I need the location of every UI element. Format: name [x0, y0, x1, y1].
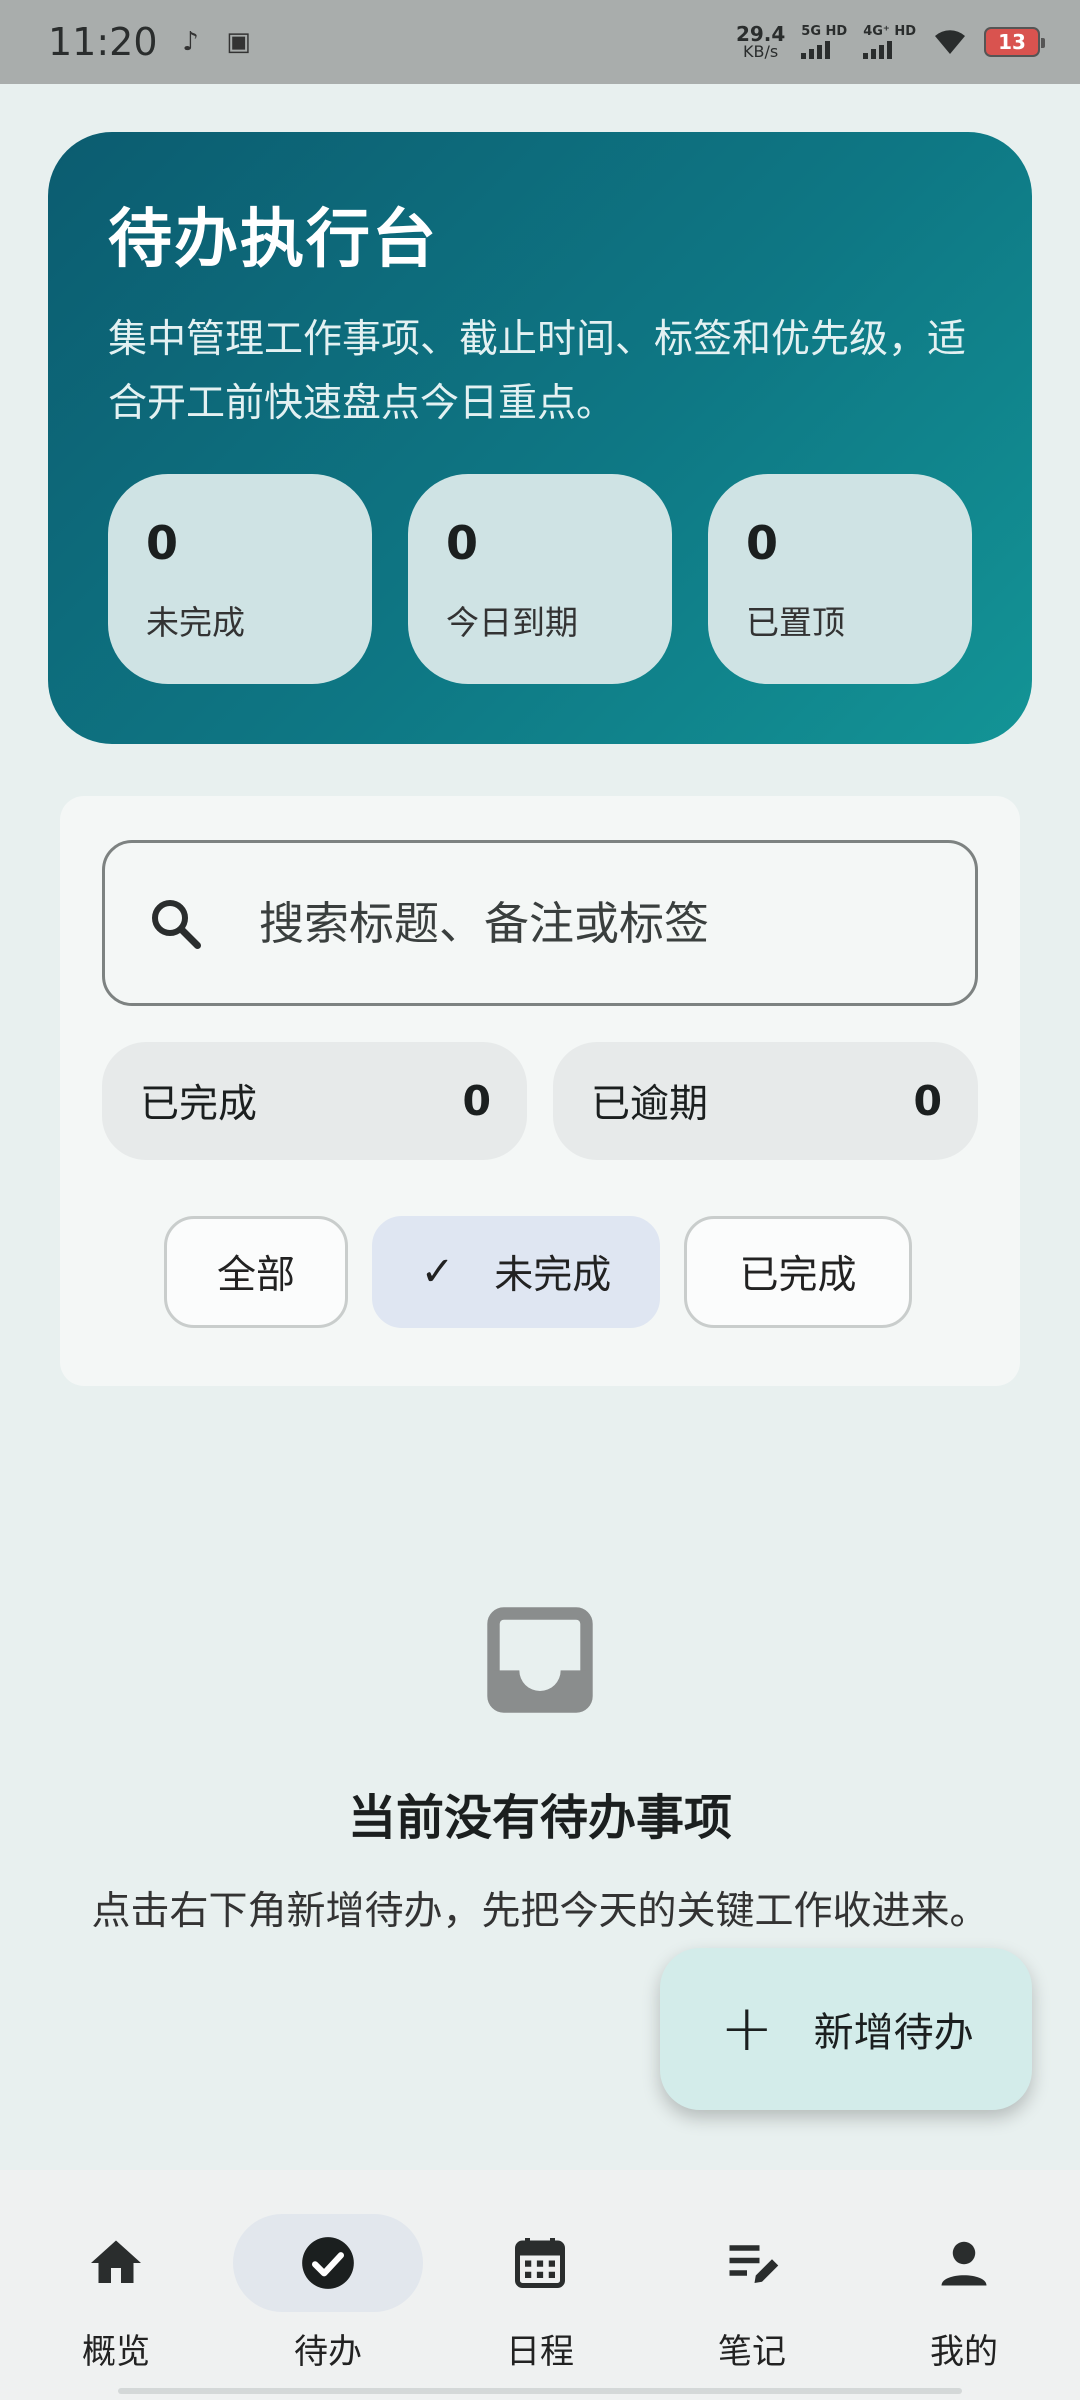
plus-icon: + [720, 1992, 774, 2066]
filter-label: 未完成 [494, 1253, 612, 1298]
chip-value: 0 [913, 1077, 942, 1125]
stat-label: 已置顶 [746, 603, 845, 642]
nav-item-profile[interactable]: 我的 [864, 2170, 1064, 2400]
stat-card-due-today: 0 今日到期 [408, 474, 672, 684]
empty-state-description: 点击右下角新增待办，先把今天的关键工作收进来。 [91, 1889, 989, 1934]
stat-label: 今日到期 [446, 603, 578, 642]
nav-label: 日程 [506, 2332, 574, 2372]
signal-5g-icon: 5G HD [801, 25, 847, 59]
filter-incomplete-button[interactable]: ✓ 未完成 [372, 1216, 660, 1328]
chip-value: 0 [462, 1077, 491, 1125]
stat-label: 未完成 [146, 603, 245, 642]
search-input[interactable] [259, 896, 919, 950]
page-title: 待办执行台 [108, 203, 438, 277]
sim-notification-icon: ▣ [226, 27, 251, 57]
stat-value: 0 [746, 516, 779, 570]
search-box[interactable] [102, 840, 978, 1006]
nav-item-todo[interactable]: 待办 [228, 2170, 428, 2400]
stat-value: 0 [446, 516, 479, 570]
nav-label: 笔记 [718, 2332, 786, 2372]
battery-icon: 13 [984, 27, 1045, 57]
note-edit-icon [729, 2245, 779, 2283]
empty-state-title: 当前没有待办事项 [347, 1790, 732, 1846]
stat-card-incomplete: 0 未完成 [108, 474, 372, 684]
check-icon: ✓ [420, 1249, 455, 1295]
network-speed: 29.4 KB/s [735, 22, 786, 61]
wifi-icon [935, 30, 965, 54]
chip-label: 已逾期 [591, 1082, 709, 1127]
nav-item-schedule[interactable]: 日程 [440, 2170, 640, 2400]
hero-description: 集中管理工作事项、截止时间、标签和优先级，适合开工前快速盘点今日重点。 [108, 317, 967, 426]
home-icon [91, 2240, 141, 2283]
stat-card-pinned: 0 已置顶 [708, 474, 972, 684]
check-circle-icon [302, 2237, 354, 2289]
status-bar: 11:20 ♪ ▣ 29.4 KB/s 5G HD 4G⁺ HD 13 [0, 0, 1080, 84]
filter-label: 已完成 [739, 1253, 857, 1298]
tiktok-notification-icon: ♪ [182, 27, 199, 57]
nav-item-overview[interactable]: 概览 [16, 2170, 216, 2400]
overdue-counter-chip[interactable]: 已逾期 0 [553, 1042, 978, 1160]
completed-counter-chip[interactable]: 已完成 0 [102, 1042, 527, 1160]
nav-label: 待办 [294, 2332, 362, 2372]
stats-row: 0 未完成 0 今日到期 0 已置顶 [108, 474, 972, 684]
stat-value: 0 [146, 516, 179, 570]
signal-4g-icon: 4G⁺ HD [863, 25, 916, 59]
search-icon [152, 900, 201, 949]
status-time: 11:20 [48, 20, 158, 64]
gesture-bar [118, 2388, 962, 2394]
nav-label: 概览 [82, 2332, 150, 2372]
add-todo-label: 新增待办 [813, 2010, 974, 2056]
hero-card: 待办执行台 集中管理工作事项、截止时间、标签和优先级，适合开工前快速盘点今日重点… [48, 132, 1032, 744]
inbox-icon [487, 1607, 593, 1713]
nav-item-notes[interactable]: 笔记 [652, 2170, 852, 2400]
filter-label: 全部 [216, 1253, 295, 1298]
filter-completed-button[interactable]: 已完成 [684, 1216, 912, 1328]
filter-panel: 已完成 0 已逾期 0 全部 ✓ 未完成 已完成 [60, 796, 1020, 1386]
person-icon [941, 2241, 987, 2286]
bottom-navigation: 概览 待办 日程 笔记 我的 [0, 2170, 1080, 2400]
calendar-icon [515, 2238, 565, 2288]
add-todo-button[interactable]: + 新增待办 [660, 1948, 1032, 2110]
chip-label: 已完成 [140, 1082, 258, 1127]
filter-all-button[interactable]: 全部 [164, 1216, 348, 1328]
status-filter-group: 全部 ✓ 未完成 已完成 [164, 1216, 912, 1328]
counter-chips: 已完成 0 已逾期 0 [102, 1042, 978, 1160]
nav-label: 我的 [930, 2332, 998, 2372]
